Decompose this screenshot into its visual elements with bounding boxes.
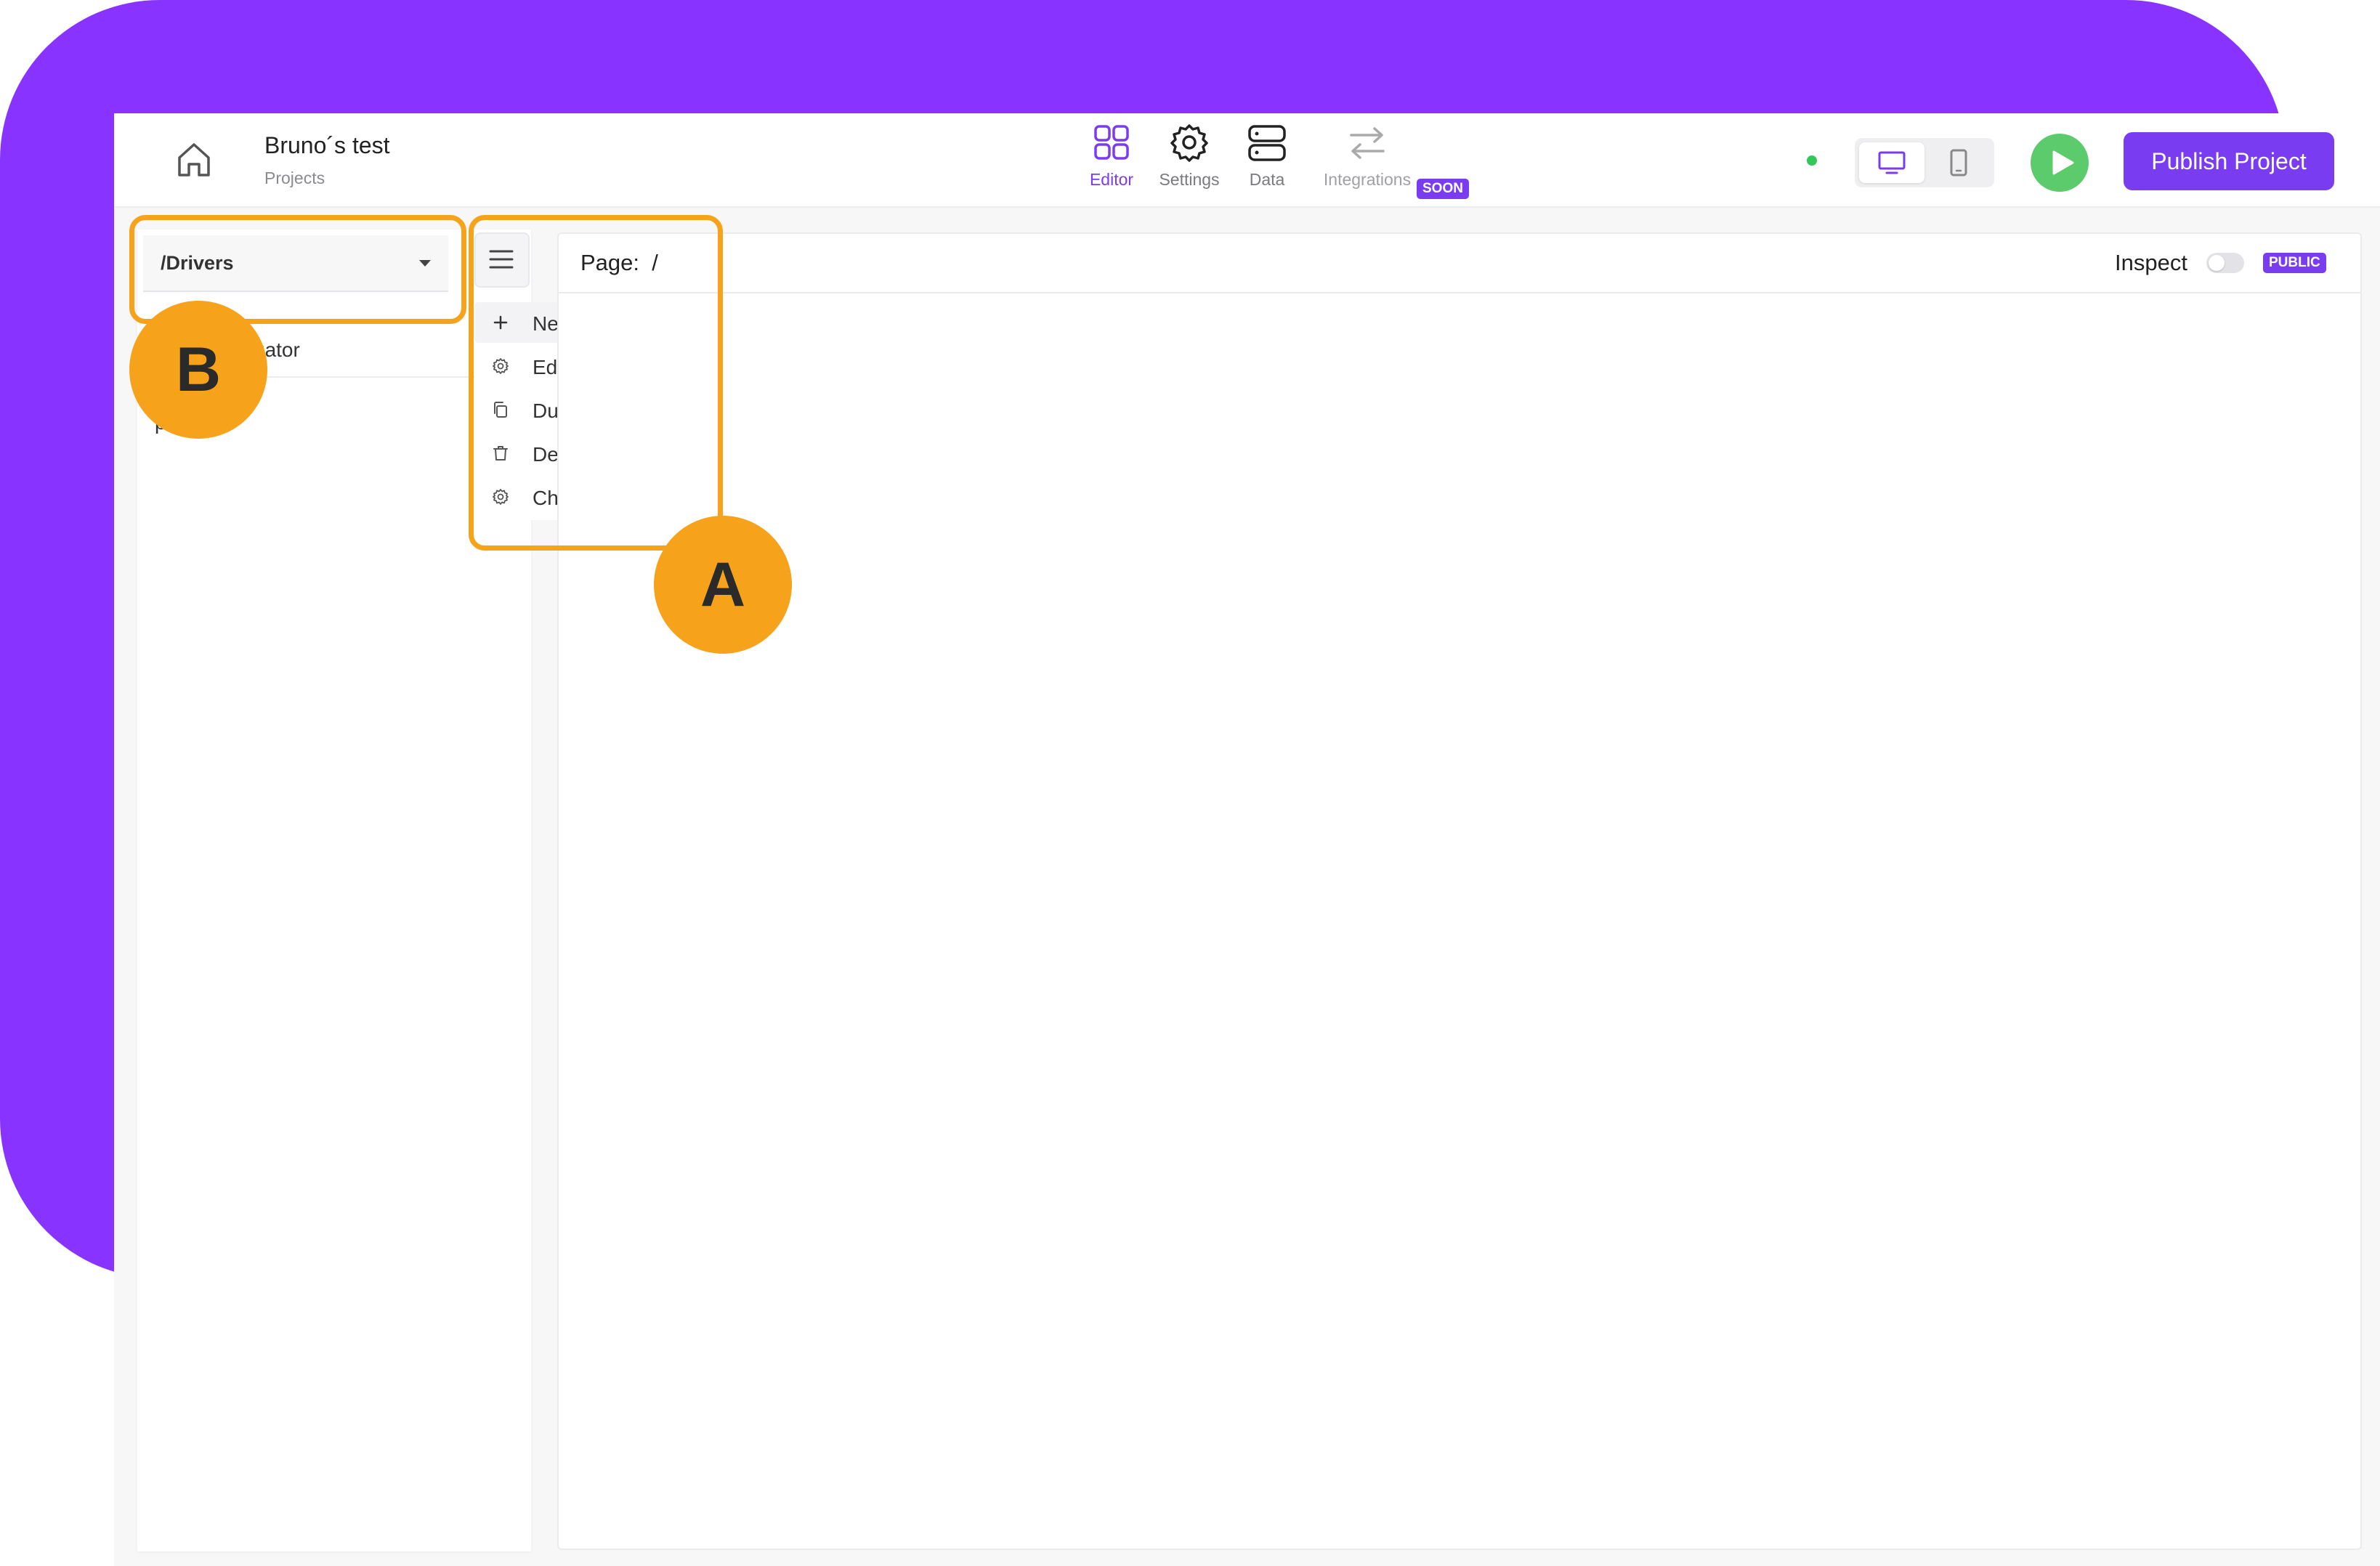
home-icon <box>178 143 210 177</box>
canvas-header: Page: / Inspect PUBLIC <box>559 234 2360 293</box>
nav-data[interactable]: Data <box>1227 122 1307 190</box>
callout-b: B <box>129 301 267 439</box>
projects-breadcrumb[interactable]: Projects <box>264 169 325 188</box>
arrows-swap-icon <box>1350 127 1385 159</box>
play-icon <box>2052 150 2074 175</box>
desktop-view-button[interactable] <box>1859 142 1924 183</box>
project-title: Bruno´s test <box>264 132 390 158</box>
nav-integrations[interactable]: Integrations <box>1320 122 1414 190</box>
status-dot <box>1807 155 1817 166</box>
inspect-toggle[interactable] <box>2206 253 2244 273</box>
toggle-knob <box>2209 255 2225 271</box>
page-canvas[interactable]: Page: / Inspect PUBLIC <box>557 232 2362 1550</box>
nav-settings[interactable]: Settings <box>1149 122 1229 190</box>
home-button[interactable] <box>172 138 216 182</box>
inspect-label: Inspect <box>2115 250 2187 275</box>
app-window: Bruno´s test Projects Editor Settings Da… <box>114 113 2380 1566</box>
grid-icon <box>1094 125 1129 160</box>
nav-integrations-label: Integrations <box>1323 170 1412 189</box>
nav-data-label: Data <box>1249 170 1285 189</box>
callout-a: A <box>654 516 792 654</box>
mobile-icon <box>1950 149 1967 177</box>
database-icon <box>1248 125 1286 161</box>
publish-project-button[interactable]: Publish Project <box>2124 132 2334 190</box>
public-badge: PUBLIC <box>2263 253 2326 273</box>
desktop-icon <box>1878 151 1906 174</box>
preview-play-button[interactable] <box>2031 134 2089 192</box>
mobile-view-button[interactable] <box>1926 142 1991 183</box>
gear-icon <box>1170 124 1208 162</box>
top-bar: Bruno´s test Projects Editor Settings Da… <box>114 113 2380 208</box>
nav-editor[interactable]: Editor <box>1072 122 1151 190</box>
nav-editor-label: Editor <box>1089 170 1134 189</box>
device-toggle <box>1855 138 1994 187</box>
highlight-box-a <box>469 215 723 551</box>
nav-settings-label: Settings <box>1159 170 1220 189</box>
soon-badge: SOON <box>1417 179 1469 199</box>
